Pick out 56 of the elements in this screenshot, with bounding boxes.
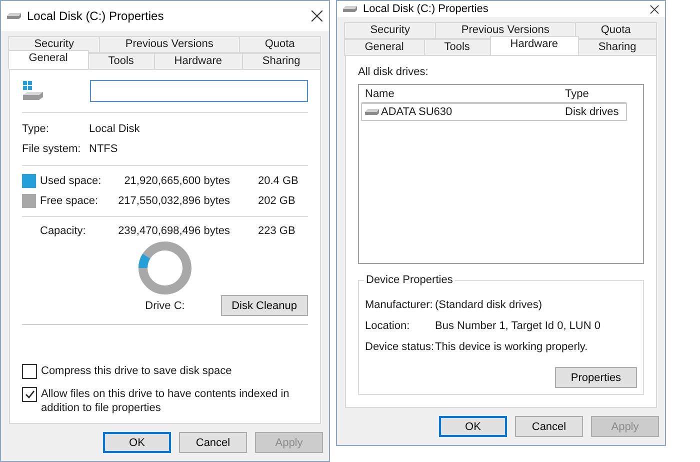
name-field[interactable] (90, 80, 308, 102)
window-title: Local Disk (C:) Properties (27, 9, 165, 23)
capacity-bytes: 239,470,698,496 bytes (117, 225, 230, 237)
tab[interactable]: Quota (574, 22, 657, 39)
space-size: 20.4 GB (257, 175, 300, 187)
info-value: NTFS (89, 143, 119, 155)
drive-icon (365, 108, 379, 116)
tab[interactable]: Security (344, 22, 436, 39)
drive-label: Drive C: (145, 300, 185, 312)
group-title: Device Properties (364, 274, 455, 286)
field-value: (Standard disk drives) (435, 299, 543, 311)
dialog-button[interactable]: OK (103, 432, 171, 453)
field-value: Bus Number 1, Target Id 0, LUN 0 (435, 320, 602, 332)
checkbox-label[interactable]: Allow files on this drive to have contents indexed in addition to file properties (41, 387, 308, 415)
list-cell: Disk drives (565, 106, 619, 118)
field-label: Device status: (365, 341, 435, 353)
list-cell: ADATA SU630 (381, 106, 452, 118)
properties-button[interactable]: Properties (555, 367, 637, 388)
capacity-label: Capacity: (40, 225, 87, 237)
title-drive-icon (343, 5, 357, 13)
tab[interactable]: Hardware (490, 36, 579, 55)
tab[interactable]: Sharing (578, 39, 657, 56)
tab[interactable]: Sharing (242, 53, 321, 70)
field-label: Manufacturer: (365, 299, 434, 311)
window-title: Local Disk (C:) Properties (363, 3, 490, 15)
dialog-button[interactable]: OK (439, 416, 507, 437)
checkbox[interactable] (22, 387, 37, 402)
space-size: 202 GB (257, 195, 296, 207)
field-value: This device is working properly. (435, 341, 589, 353)
tab[interactable]: Previous Versions (99, 36, 240, 53)
checkbox[interactable] (22, 364, 37, 379)
tab[interactable]: General (344, 39, 425, 56)
info-value: Local Disk (89, 123, 141, 135)
info-label: Type: (22, 123, 50, 135)
column-header[interactable]: Type (562, 88, 627, 100)
space-label: Used space: (40, 175, 102, 187)
space-bytes: 21,920,665,600 bytes (123, 175, 230, 187)
drive-icon (22, 80, 44, 102)
disk-cleanup-button[interactable]: Disk Cleanup (220, 295, 308, 316)
list-row[interactable]: ADATA SU630 Disk drives (361, 103, 627, 121)
dialog-button[interactable]: Cancel (179, 432, 247, 453)
dialog-button[interactable]: Cancel (515, 416, 583, 437)
check-icon (24, 390, 34, 399)
capacity-size: 223 GB (257, 225, 296, 237)
tab[interactable]: Quota (238, 36, 321, 53)
title-drive-icon (7, 12, 21, 20)
tab[interactable]: General (8, 50, 89, 69)
column-header[interactable]: Name (362, 88, 562, 100)
field-label: Location: (365, 320, 411, 332)
info-label: File system: (22, 143, 82, 155)
list-label: All disk drives: (358, 66, 430, 78)
space-label: Free space: (40, 195, 100, 207)
space-bytes: 217,550,032,896 bytes (117, 195, 230, 207)
checkbox-label[interactable]: Compress this drive to save disk space (41, 364, 232, 378)
close-icon[interactable] (311, 10, 323, 22)
close-icon[interactable] (650, 4, 659, 14)
